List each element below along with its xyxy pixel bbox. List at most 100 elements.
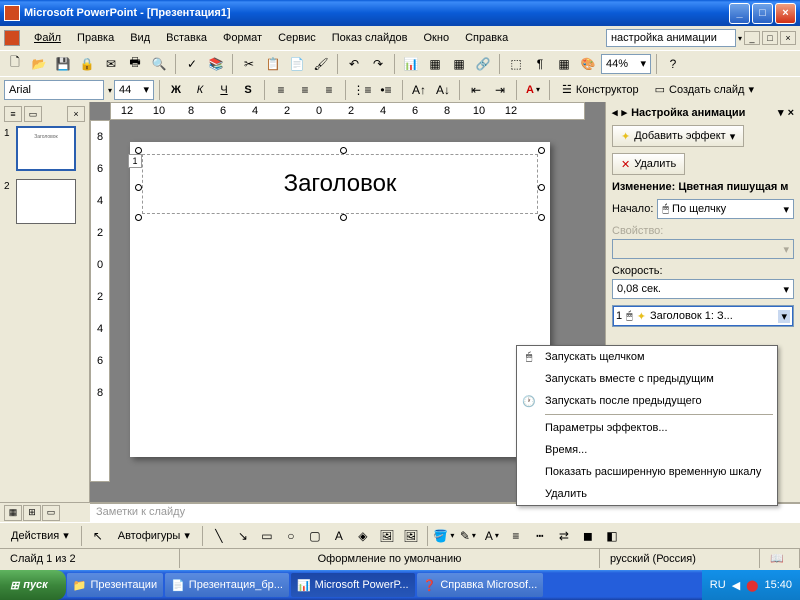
- taskbar-item-1[interactable]: 📁 Презентации: [67, 573, 163, 597]
- decrease-font-button[interactable]: A↓: [432, 79, 454, 101]
- undo-button[interactable]: ↶: [343, 53, 365, 75]
- maximize-button[interactable]: □: [752, 3, 773, 24]
- wordart-button[interactable]: A: [328, 525, 350, 547]
- sorter-view-button[interactable]: ⊞: [23, 505, 41, 521]
- back-icon[interactable]: ◂: [612, 106, 618, 119]
- line-color-button[interactable]: ✎: [457, 525, 479, 547]
- cut-button[interactable]: ✂: [238, 53, 260, 75]
- thumbnail-2[interactable]: 2: [4, 179, 85, 224]
- outline-tab[interactable]: ≡: [4, 106, 22, 122]
- ctx-timing[interactable]: Время...: [517, 439, 777, 461]
- font-color-draw-button[interactable]: A: [481, 525, 503, 547]
- new-slide-button[interactable]: ▭ Создать слайд ▾: [648, 79, 761, 101]
- email-button[interactable]: ✉: [100, 53, 122, 75]
- tray-icon-1[interactable]: ◀: [732, 579, 740, 592]
- research-button[interactable]: 📚: [205, 53, 227, 75]
- slides-tab[interactable]: ▭: [24, 106, 42, 122]
- ctx-remove[interactable]: Удалить: [517, 483, 777, 505]
- align-right-button[interactable]: ≡: [318, 79, 340, 101]
- rectangle-button[interactable]: ▭: [256, 525, 278, 547]
- thumbnail-1[interactable]: 1 Заголовок: [4, 126, 85, 171]
- add-effect-button[interactable]: ✦Добавить эффект ▾: [612, 125, 744, 147]
- italic-button[interactable]: К: [189, 79, 211, 101]
- hyperlink-button[interactable]: 🔗: [472, 53, 494, 75]
- menu-insert[interactable]: Вставка: [158, 30, 215, 46]
- font-dropdown-icon[interactable]: [106, 84, 112, 96]
- help-search-input[interactable]: [606, 29, 736, 47]
- table-button[interactable]: ▦: [424, 53, 446, 75]
- spelling-button[interactable]: ✓: [181, 53, 203, 75]
- draw-actions-button[interactable]: Действия ▾: [4, 525, 76, 547]
- print-button[interactable]: 🖶: [124, 53, 146, 75]
- fill-color-button[interactable]: 🪣: [433, 525, 455, 547]
- menu-help[interactable]: Справка: [457, 30, 516, 46]
- menu-view[interactable]: Вид: [122, 30, 158, 46]
- minimize-button[interactable]: _: [729, 3, 750, 24]
- bold-button[interactable]: Ж: [165, 79, 187, 101]
- ctx-advanced-timeline[interactable]: Показать расширенную временную шкалу: [517, 461, 777, 483]
- arrow-style-button[interactable]: ⇄: [553, 525, 575, 547]
- decrease-indent-button[interactable]: ⇤: [465, 79, 487, 101]
- arrow-button[interactable]: ↘: [232, 525, 254, 547]
- menu-tools[interactable]: Сервис: [270, 30, 324, 46]
- forward-icon[interactable]: ▸: [622, 106, 628, 119]
- chart-button[interactable]: 📊: [400, 53, 422, 75]
- mdi-restore[interactable]: □: [762, 31, 778, 45]
- status-spell-icon[interactable]: 📖: [760, 549, 800, 568]
- menu-edit[interactable]: Правка: [69, 30, 122, 46]
- picture-button[interactable]: 🖼: [400, 525, 422, 547]
- pane-menu-icon[interactable]: ▾: [778, 106, 784, 119]
- line-button[interactable]: ╲: [208, 525, 230, 547]
- font-select[interactable]: Arial: [4, 80, 104, 100]
- designer-button[interactable]: ☱ Конструктор: [555, 79, 646, 101]
- save-button[interactable]: 💾: [52, 53, 74, 75]
- taskbar-item-3[interactable]: 📊 Microsoft PowerP...: [291, 573, 415, 597]
- autoshapes-button[interactable]: Автофигуры ▾: [111, 525, 197, 547]
- taskbar-item-2[interactable]: 📄 Презентация_бр...: [165, 573, 289, 597]
- permission-button[interactable]: 🔒: [76, 53, 98, 75]
- ctx-start-after-previous[interactable]: 🕐Запускать после предыдущего: [517, 390, 777, 412]
- animation-list-item[interactable]: 1🖱✦Заголовок 1: З...▾: [613, 306, 793, 326]
- increase-indent-button[interactable]: ⇥: [489, 79, 511, 101]
- color-button[interactable]: 🎨: [577, 53, 599, 75]
- select-objects-button[interactable]: ↖: [87, 525, 109, 547]
- diagram-button[interactable]: ◈: [352, 525, 374, 547]
- mdi-minimize[interactable]: _: [744, 31, 760, 45]
- zoom-select[interactable]: 44%▾: [601, 54, 651, 74]
- shadow-style-button[interactable]: ◼: [577, 525, 599, 547]
- tables-borders-button[interactable]: ▦: [448, 53, 470, 75]
- remove-effect-button[interactable]: ✕Удалить: [612, 153, 685, 175]
- close-button[interactable]: ×: [775, 3, 796, 24]
- copy-button[interactable]: 📋: [262, 53, 284, 75]
- animation-tag[interactable]: 1: [128, 154, 142, 168]
- title-placeholder[interactable]: Заголовок: [142, 154, 538, 214]
- paste-button[interactable]: 📄: [286, 53, 308, 75]
- help-button[interactable]: ?: [662, 53, 684, 75]
- preview-button[interactable]: 🔍: [148, 53, 170, 75]
- ctx-start-on-click[interactable]: 🖱Запускать щелчком: [517, 346, 777, 368]
- tray-icon-2[interactable]: ⬤: [746, 579, 758, 592]
- start-select[interactable]: 🖱 По щелчку▾: [657, 199, 794, 219]
- textbox-button[interactable]: ▢: [304, 525, 326, 547]
- increase-font-button[interactable]: A↑: [408, 79, 430, 101]
- ctx-effect-options[interactable]: Параметры эффектов...: [517, 417, 777, 439]
- start-button[interactable]: ⊞пуск: [0, 570, 66, 600]
- menu-slideshow[interactable]: Показ слайдов: [324, 30, 416, 46]
- slideshow-view-button[interactable]: ▭: [42, 505, 60, 521]
- help-dropdown-icon[interactable]: [736, 32, 742, 44]
- bullets-button[interactable]: •≡: [375, 79, 397, 101]
- show-formatting-button[interactable]: ¶: [529, 53, 551, 75]
- underline-button[interactable]: Ч: [213, 79, 235, 101]
- ctx-start-with-previous[interactable]: Запускать вместе с предыдущим: [517, 368, 777, 390]
- menu-format[interactable]: Формат: [215, 30, 270, 46]
- open-button[interactable]: 📂: [28, 53, 50, 75]
- tray-lang[interactable]: RU: [710, 579, 726, 591]
- animation-list[interactable]: 1🖱✦Заголовок 1: З...▾: [612, 305, 794, 327]
- format-painter-button[interactable]: 🖌: [310, 53, 332, 75]
- line-style-button[interactable]: ≡: [505, 525, 527, 547]
- close-panel-button[interactable]: ×: [67, 106, 85, 122]
- dash-style-button[interactable]: ┅: [529, 525, 551, 547]
- taskbar-item-4[interactable]: ❓ Справка Microsof...: [417, 573, 544, 597]
- new-button[interactable]: 🗋: [4, 53, 26, 75]
- title-text[interactable]: Заголовок: [284, 170, 397, 198]
